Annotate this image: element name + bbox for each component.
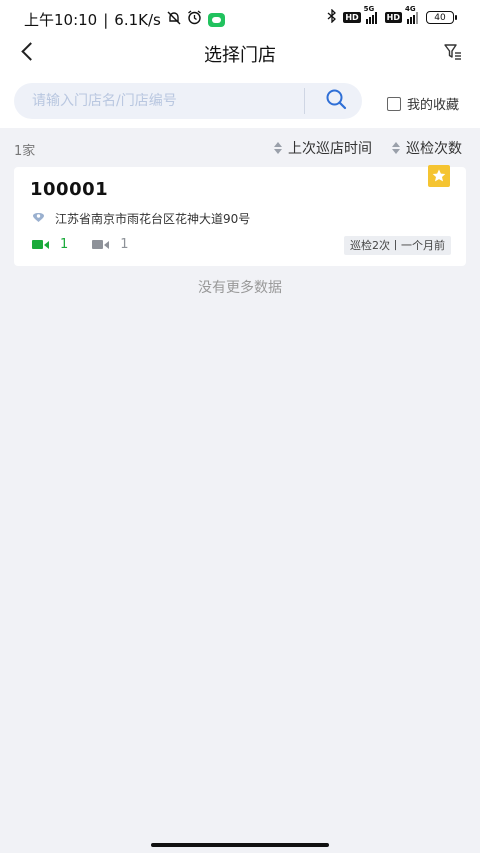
nav-bar: 选择门店: [0, 36, 480, 70]
store-address: 江苏省南京市雨花台区花神大道90号: [55, 212, 251, 226]
bluetooth-icon: [326, 8, 338, 26]
favorites-checkbox[interactable]: [387, 96, 401, 111]
store-count: 1家: [14, 144, 36, 159]
hd-badge-2: HD: [384, 12, 402, 23]
store-address-row: 江苏省南京市雨花台区花神大道90号: [32, 210, 250, 227]
status-left: 上午10:10 | 6.1K/s: [24, 9, 225, 30]
favorites-filter[interactable]: 我的收藏: [387, 94, 459, 113]
sort-inspect-count[interactable]: 巡检次数: [392, 138, 462, 158]
status-right: HD 5G HD 4G 40: [326, 5, 457, 26]
sort-last-patrol-label: 上次巡店时间: [288, 141, 372, 157]
no-more-data: 没有更多数据: [198, 280, 282, 296]
store-card[interactable]: 100001 江苏省南京市雨花台区花神大道90号 1 1 巡检2次丨一个月前: [14, 165, 466, 266]
camera-status-row: 1 1: [32, 237, 129, 252]
filter-icon[interactable]: [444, 44, 462, 60]
bell-muted-icon: [167, 11, 181, 29]
search-box: [14, 83, 362, 119]
favorite-star-icon[interactable]: [428, 165, 450, 187]
signal-4g-icon: 4G: [405, 5, 421, 24]
location-pin-icon: [32, 212, 45, 226]
online-camera-icon: [32, 240, 49, 249]
search-row: 我的收藏: [0, 70, 480, 128]
wechat-icon: [207, 12, 225, 27]
status-separator: |: [103, 10, 109, 29]
status-bar: 上午10:10 | 6.1K/s HD 5G HD 4G 40: [0, 0, 480, 36]
search-icon: [325, 88, 347, 114]
status-time: 上午10:10: [24, 11, 98, 29]
alarm-icon: [187, 10, 202, 29]
search-button[interactable]: [318, 87, 354, 115]
home-indicator[interactable]: [151, 843, 329, 847]
page-title: 选择门店: [204, 45, 276, 66]
signal-5g-icon: 5G: [364, 5, 380, 24]
offline-camera-count: 1: [120, 237, 129, 252]
sort-row: 1家 上次巡店时间 巡检次数: [0, 128, 480, 166]
favorites-label: 我的收藏: [407, 98, 460, 113]
sort-arrows-icon: [392, 142, 400, 154]
hd-badge-1: HD: [343, 12, 361, 23]
sort-arrows-icon: [274, 142, 282, 154]
search-divider: [304, 88, 305, 114]
sort-last-patrol[interactable]: 上次巡店时间: [274, 138, 372, 158]
sort-inspect-count-label: 巡检次数: [406, 141, 462, 157]
offline-camera-icon: [92, 240, 110, 249]
network-speed: 6.1K/s: [114, 10, 161, 29]
online-camera-count: 1: [60, 237, 69, 252]
inspection-summary-tag: 巡检2次丨一个月前: [344, 236, 451, 255]
search-input[interactable]: [32, 89, 302, 113]
store-code: 100001: [30, 179, 109, 200]
battery-icon: 40: [426, 11, 457, 24]
